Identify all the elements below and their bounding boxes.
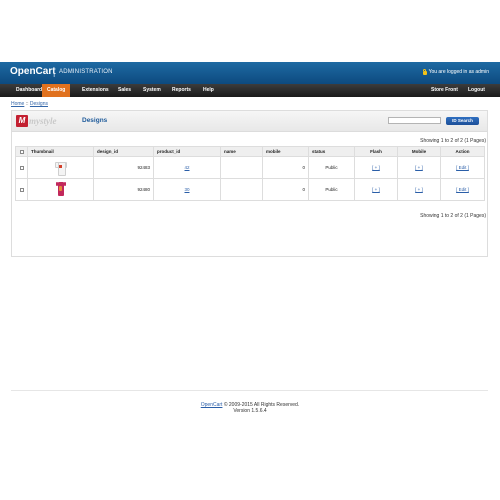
mystyle-logo-word: mystyle <box>29 116 57 126</box>
mobile-add-link[interactable]: [ + ] <box>415 165 423 170</box>
action-cell: [ Edit ] <box>440 178 485 201</box>
flash-cell: [ + ] <box>354 178 398 201</box>
white-tshirt-thumbnail <box>54 160 67 176</box>
breadcrumb-home[interactable]: Home <box>11 101 24 107</box>
action-cell: [ Edit ] <box>440 156 485 179</box>
pink-case-thumbnail <box>55 181 67 197</box>
menu-item-store-front[interactable]: Store Front <box>426 84 463 97</box>
menu-item-catalog[interactable]: Catalog <box>42 84 71 97</box>
name-cell <box>220 178 263 201</box>
mobile-add-link[interactable]: [ + ] <box>415 187 423 192</box>
flash-cell: [ + ] <box>354 156 398 179</box>
menu-item-system[interactable]: System <box>138 84 166 97</box>
edit-link[interactable]: [ Edit ] <box>456 165 469 170</box>
flash-add-link[interactable]: [ + ] <box>372 165 380 170</box>
table-header-row: Thumbnail design_id product_id name mobi… <box>15 146 485 157</box>
product-id-cell: 30 <box>153 178 221 201</box>
menu-item-help[interactable]: Help <box>198 84 219 97</box>
mobile-link-cell: [ + ] <box>397 156 441 179</box>
column-header-flash: Flash <box>354 146 398 157</box>
design-id-cell: 92480 <box>93 178 154 201</box>
row-select-cell <box>15 156 28 179</box>
footer-divider <box>11 390 488 391</box>
column-header-thumbnail[interactable]: Thumbnail <box>27 146 94 157</box>
thumbnail-cell <box>27 156 94 179</box>
login-status: You are logged in as admin <box>422 68 489 75</box>
design-id-cell: 92483 <box>93 156 154 179</box>
footer-version: Version 1.5.6.4 <box>233 408 267 414</box>
select-all-checkbox[interactable] <box>19 149 24 154</box>
product-id-link[interactable]: 42 <box>184 165 189 170</box>
designs-table: Thumbnail design_id product_id name mobi… <box>15 146 485 201</box>
thumbnail-cell <box>27 178 94 201</box>
status-cell: Public <box>308 178 355 201</box>
page-title: Designs <box>82 117 108 124</box>
pagination-info-top: Showing 1 to 2 of 2 (1 Pages) <box>420 138 486 144</box>
mystyle-logo-mark: M <box>16 115 28 127</box>
id-search-input[interactable] <box>388 117 441 124</box>
row-checkbox[interactable] <box>19 165 24 170</box>
lock-icon <box>422 68 427 75</box>
column-header-name[interactable]: name <box>220 146 263 157</box>
select-all-cell <box>15 146 28 157</box>
logo-separator: | <box>53 67 56 77</box>
name-cell <box>220 156 263 179</box>
column-header-product-id[interactable]: product_id <box>153 146 221 157</box>
breadcrumb: Home :: Designs <box>11 101 48 107</box>
mobile-cell: 0 <box>262 156 309 179</box>
edit-link[interactable]: [ Edit ] <box>456 187 469 192</box>
column-header-action: Action <box>440 146 485 157</box>
pagination-info-bottom: Showing 1 to 2 of 2 (1 Pages) <box>420 213 486 219</box>
product-id-link[interactable]: 30 <box>184 187 189 192</box>
mystyle-logo: M mystyle <box>16 115 76 127</box>
row-checkbox[interactable] <box>19 187 24 192</box>
mobile-cell: 0 <box>262 178 309 201</box>
column-header-status[interactable]: status <box>308 146 355 157</box>
menu-item-logout[interactable]: Logout <box>463 84 490 97</box>
administration-label: ADMINISTRATION <box>59 69 113 75</box>
table-row: 92480 30 0 Public [ + ] [ + ] [ Edit ] <box>15 178 485 201</box>
mobile-link-cell: [ + ] <box>397 178 441 201</box>
product-id-cell: 42 <box>153 156 221 179</box>
flash-add-link[interactable]: [ + ] <box>372 187 380 192</box>
login-text: You are logged in as admin <box>428 69 489 75</box>
row-select-cell <box>15 178 28 201</box>
breadcrumb-current[interactable]: Designs <box>30 101 48 107</box>
column-header-mobile[interactable]: mobile <box>262 146 309 157</box>
menu-item-extensions[interactable]: Extensions <box>77 84 114 97</box>
main-menu <box>0 84 500 97</box>
menu-item-sales[interactable]: Sales <box>113 84 136 97</box>
breadcrumb-separator: :: <box>25 101 29 107</box>
table-row: 92483 42 0 Public [ + ] [ + ] [ Edit ] <box>15 156 485 179</box>
id-search-button[interactable]: ID Search <box>446 117 479 125</box>
column-header-design-id[interactable]: design_id <box>93 146 154 157</box>
opencart-logo[interactable]: OpenCart <box>10 66 56 78</box>
column-header-mobile-link: Mobile <box>397 146 441 157</box>
status-cell: Public <box>308 156 355 179</box>
menu-item-reports[interactable]: Reports <box>167 84 196 97</box>
